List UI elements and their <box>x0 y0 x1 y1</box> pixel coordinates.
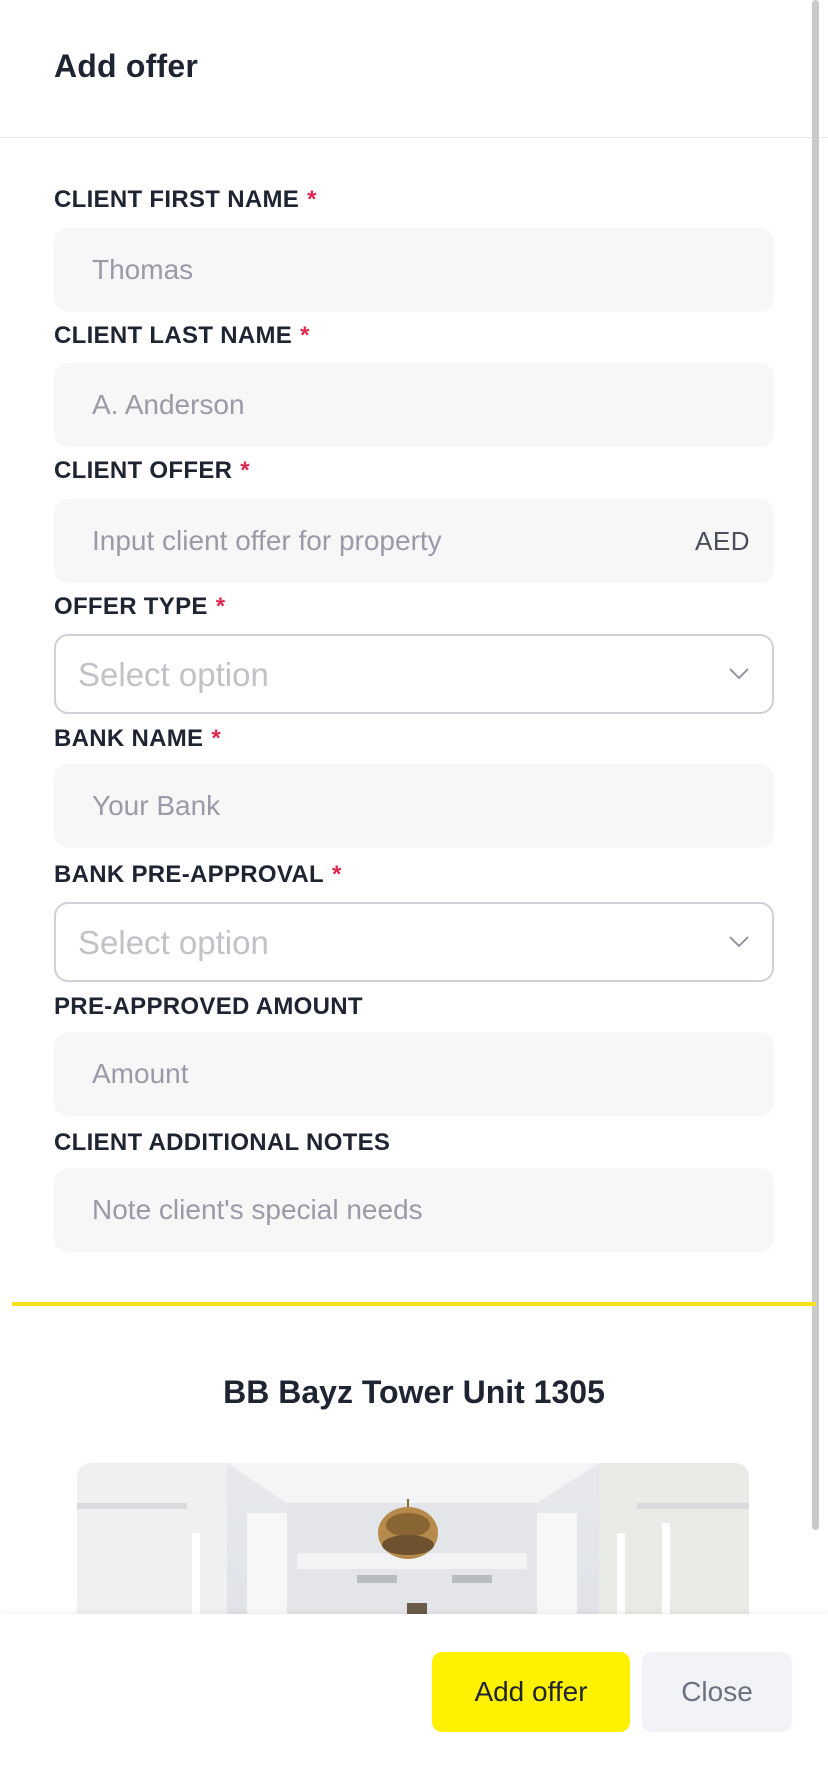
property-title: BB Bayz Tower Unit 1305 <box>223 1374 605 1410</box>
required-mark: * <box>307 186 317 213</box>
required-mark: * <box>240 457 250 484</box>
offer-type-select[interactable]: Select option <box>54 634 774 714</box>
last-name-label: CLIENT LAST NAME * <box>54 322 310 349</box>
client-offer-field[interactable]: Input client offer for property AED <box>54 499 774 583</box>
required-mark: * <box>211 725 222 752</box>
add-offer-button[interactable]: Add offer <box>432 1652 630 1732</box>
bank-name-field[interactable]: Your Bank <box>54 764 774 848</box>
bank-name-label: BANK NAME * <box>54 725 222 752</box>
notes-field[interactable]: Note client's special needs <box>54 1168 774 1252</box>
first-name-field[interactable]: Thomas <box>54 228 774 312</box>
page-title: Add offer <box>54 48 199 84</box>
chevron-down-icon <box>729 936 749 948</box>
offer-type-selected: Select option <box>78 656 269 693</box>
chevron-down-icon <box>729 668 749 680</box>
notes-label: CLIENT ADDITIONAL NOTES <box>54 1129 391 1156</box>
notes-placeholder: Note client's special needs <box>92 1194 423 1225</box>
bank-name-placeholder: Your Bank <box>92 790 221 821</box>
pre-approval-selected: Select option <box>78 924 269 961</box>
pre-approval-label: BANK PRE-APPROVAL * <box>54 861 342 888</box>
section-divider <box>12 1302 816 1306</box>
required-mark: * <box>300 322 310 349</box>
pre-approved-amount-label: PRE-APPROVED AMOUNT <box>54 993 363 1020</box>
client-offer-placeholder: Input client offer for property <box>92 525 442 556</box>
pre-approved-amount-field[interactable]: Amount <box>54 1032 774 1116</box>
offer-type-label: OFFER TYPE * <box>54 593 226 620</box>
required-mark: * <box>215 593 226 620</box>
first-name-placeholder: Thomas <box>92 254 194 285</box>
first-name-label: CLIENT FIRST NAME * <box>54 186 317 213</box>
scrollbar[interactable] <box>812 0 819 1530</box>
client-offer-label: CLIENT OFFER * <box>54 457 250 484</box>
last-name-placeholder: A. Anderson <box>92 389 245 420</box>
close-button[interactable]: Close <box>642 1652 792 1732</box>
pre-approval-select[interactable]: Select option <box>54 902 774 982</box>
amount-placeholder: Amount <box>92 1058 189 1089</box>
required-mark: * <box>332 861 342 888</box>
currency-suffix: AED <box>695 526 750 556</box>
last-name-field[interactable]: A. Anderson <box>54 363 774 447</box>
add-offer-modal: Add offer CLIENT FIRST NAME * Thomas CLIE… <box>0 0 828 1791</box>
modal-header: Add offer <box>0 0 828 138</box>
modal-footer: Add offer Close <box>0 1614 828 1791</box>
